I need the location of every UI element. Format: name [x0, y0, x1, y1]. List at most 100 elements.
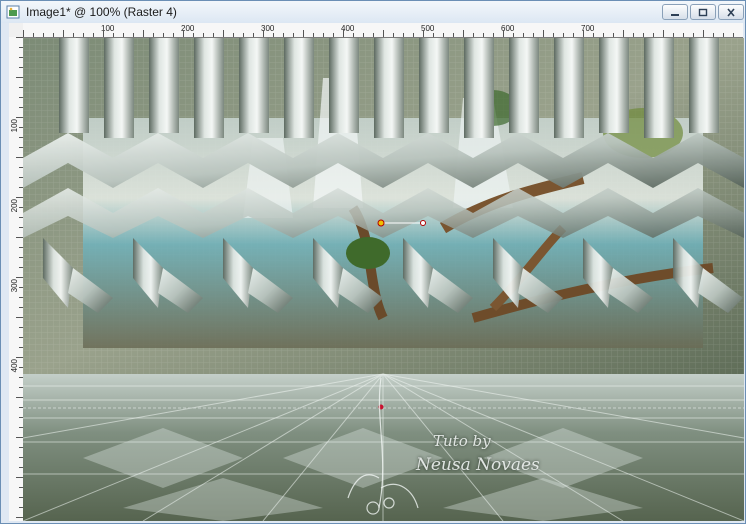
ruler-tick	[16, 237, 23, 238]
ruler-tick	[273, 33, 274, 37]
ruler-label-v200: 200	[10, 199, 19, 213]
ruler-tick	[253, 33, 254, 37]
ruler-tick	[383, 30, 384, 37]
ruler-tick	[16, 437, 23, 438]
ruler-tick	[33, 33, 34, 37]
ruler-tick	[483, 33, 484, 37]
ruler-tick	[183, 30, 184, 37]
ruler-tick	[613, 33, 614, 37]
maximize-icon	[698, 8, 708, 17]
ruler-label-v100: 100	[10, 119, 19, 133]
ruler-tick	[43, 33, 44, 37]
ruler-tick	[133, 33, 134, 37]
ruler-tick	[553, 33, 554, 37]
ruler-tick	[243, 33, 244, 37]
ruler-tick	[313, 33, 314, 37]
ruler-tick	[673, 33, 674, 37]
title-bar[interactable]: Image1* @ 100% (Raster 4)	[1, 1, 745, 23]
ruler-corner	[9, 23, 23, 37]
vertical-ruler[interactable]: 100 200 300 400	[9, 37, 24, 521]
ruler-tick	[16, 157, 23, 158]
ruler-tick	[463, 30, 464, 37]
ruler-tick	[603, 33, 604, 37]
ruler-tick	[323, 33, 324, 37]
ruler-tick	[16, 277, 23, 278]
ruler-tick	[16, 357, 23, 358]
ruler-tick	[16, 397, 23, 398]
ruler-tick	[53, 33, 54, 37]
ruler-tick	[533, 33, 534, 37]
ruler-tick	[653, 33, 654, 37]
ruler-tick	[713, 33, 714, 37]
ruler-tick	[573, 33, 574, 37]
ruler-tick	[23, 30, 24, 37]
maximize-button[interactable]	[690, 4, 716, 20]
close-icon	[727, 8, 735, 17]
ruler-tick	[353, 33, 354, 37]
ruler-tick	[16, 197, 23, 198]
ruler-tick	[403, 33, 404, 37]
ruler-tick	[173, 33, 174, 37]
minimize-icon	[671, 14, 679, 16]
ruler-tick	[733, 33, 734, 37]
ruler-tick	[413, 33, 414, 37]
ruler-tick	[443, 33, 444, 37]
minimize-button[interactable]	[662, 4, 688, 20]
ruler-tick	[93, 33, 94, 37]
ruler-tick	[113, 33, 114, 37]
ruler-tick	[723, 33, 724, 37]
ruler-tick	[393, 33, 394, 37]
ruler-tick	[623, 30, 624, 37]
image-window: Image1* @ 100% (Raster 4) 100 200 300 40…	[0, 0, 746, 524]
ruler-tick	[563, 33, 564, 37]
ruler-tick	[473, 33, 474, 37]
ruler-tick	[493, 33, 494, 37]
ruler-tick	[283, 33, 284, 37]
window-title: Image1* @ 100% (Raster 4)	[26, 5, 177, 19]
ruler-tick	[213, 33, 214, 37]
ruler-tick	[633, 33, 634, 37]
ruler-tick	[293, 33, 294, 37]
ruler-label-v300: 300	[10, 279, 19, 293]
ruler-tick	[63, 30, 64, 37]
window-left-border	[1, 23, 9, 523]
ruler-tick	[583, 30, 584, 37]
ruler-label-v400: 400	[10, 359, 19, 373]
watermark-line-2: Neusa Novaes	[416, 455, 540, 475]
ruler-tick	[263, 30, 264, 37]
ruler-tick	[683, 33, 684, 37]
ruler-tick	[453, 33, 454, 37]
ruler-tick	[423, 30, 424, 37]
ruler-tick	[16, 117, 23, 118]
ruler-tick	[16, 517, 23, 518]
ruler-tick	[73, 33, 74, 37]
ruler-tick	[643, 33, 644, 37]
ruler-tick	[373, 33, 374, 37]
ruler-tick	[363, 33, 364, 37]
ruler-tick	[123, 33, 124, 37]
horizontal-ruler[interactable]: 100 200 300 400 500 600 700	[23, 23, 743, 38]
ruler-tick	[233, 33, 234, 37]
ruler-tick	[513, 33, 514, 37]
ruler-tick	[703, 30, 704, 37]
ruler-tick	[543, 30, 544, 37]
ruler-tick	[223, 30, 224, 37]
watermark-line-1: Tuto by	[433, 432, 491, 450]
ruler-tick	[16, 77, 23, 78]
ruler-tick	[16, 477, 23, 478]
ruler-tick	[163, 33, 164, 37]
ruler-tick	[503, 30, 504, 37]
close-button[interactable]	[718, 4, 744, 20]
ruler-tick	[523, 33, 524, 37]
vertical-ribbons	[59, 38, 719, 138]
ruler-tick	[16, 37, 23, 38]
ruler-tick	[693, 33, 694, 37]
ruler-tick	[143, 30, 144, 37]
ruler-tick	[193, 33, 194, 37]
ruler-tick	[153, 33, 154, 37]
ruler-tick	[663, 30, 664, 37]
canvas-artwork	[23, 38, 744, 521]
image-canvas[interactable]: Tuto by Neusa Novaes	[23, 38, 744, 521]
ruler-tick	[203, 33, 204, 37]
ruler-tick	[593, 33, 594, 37]
